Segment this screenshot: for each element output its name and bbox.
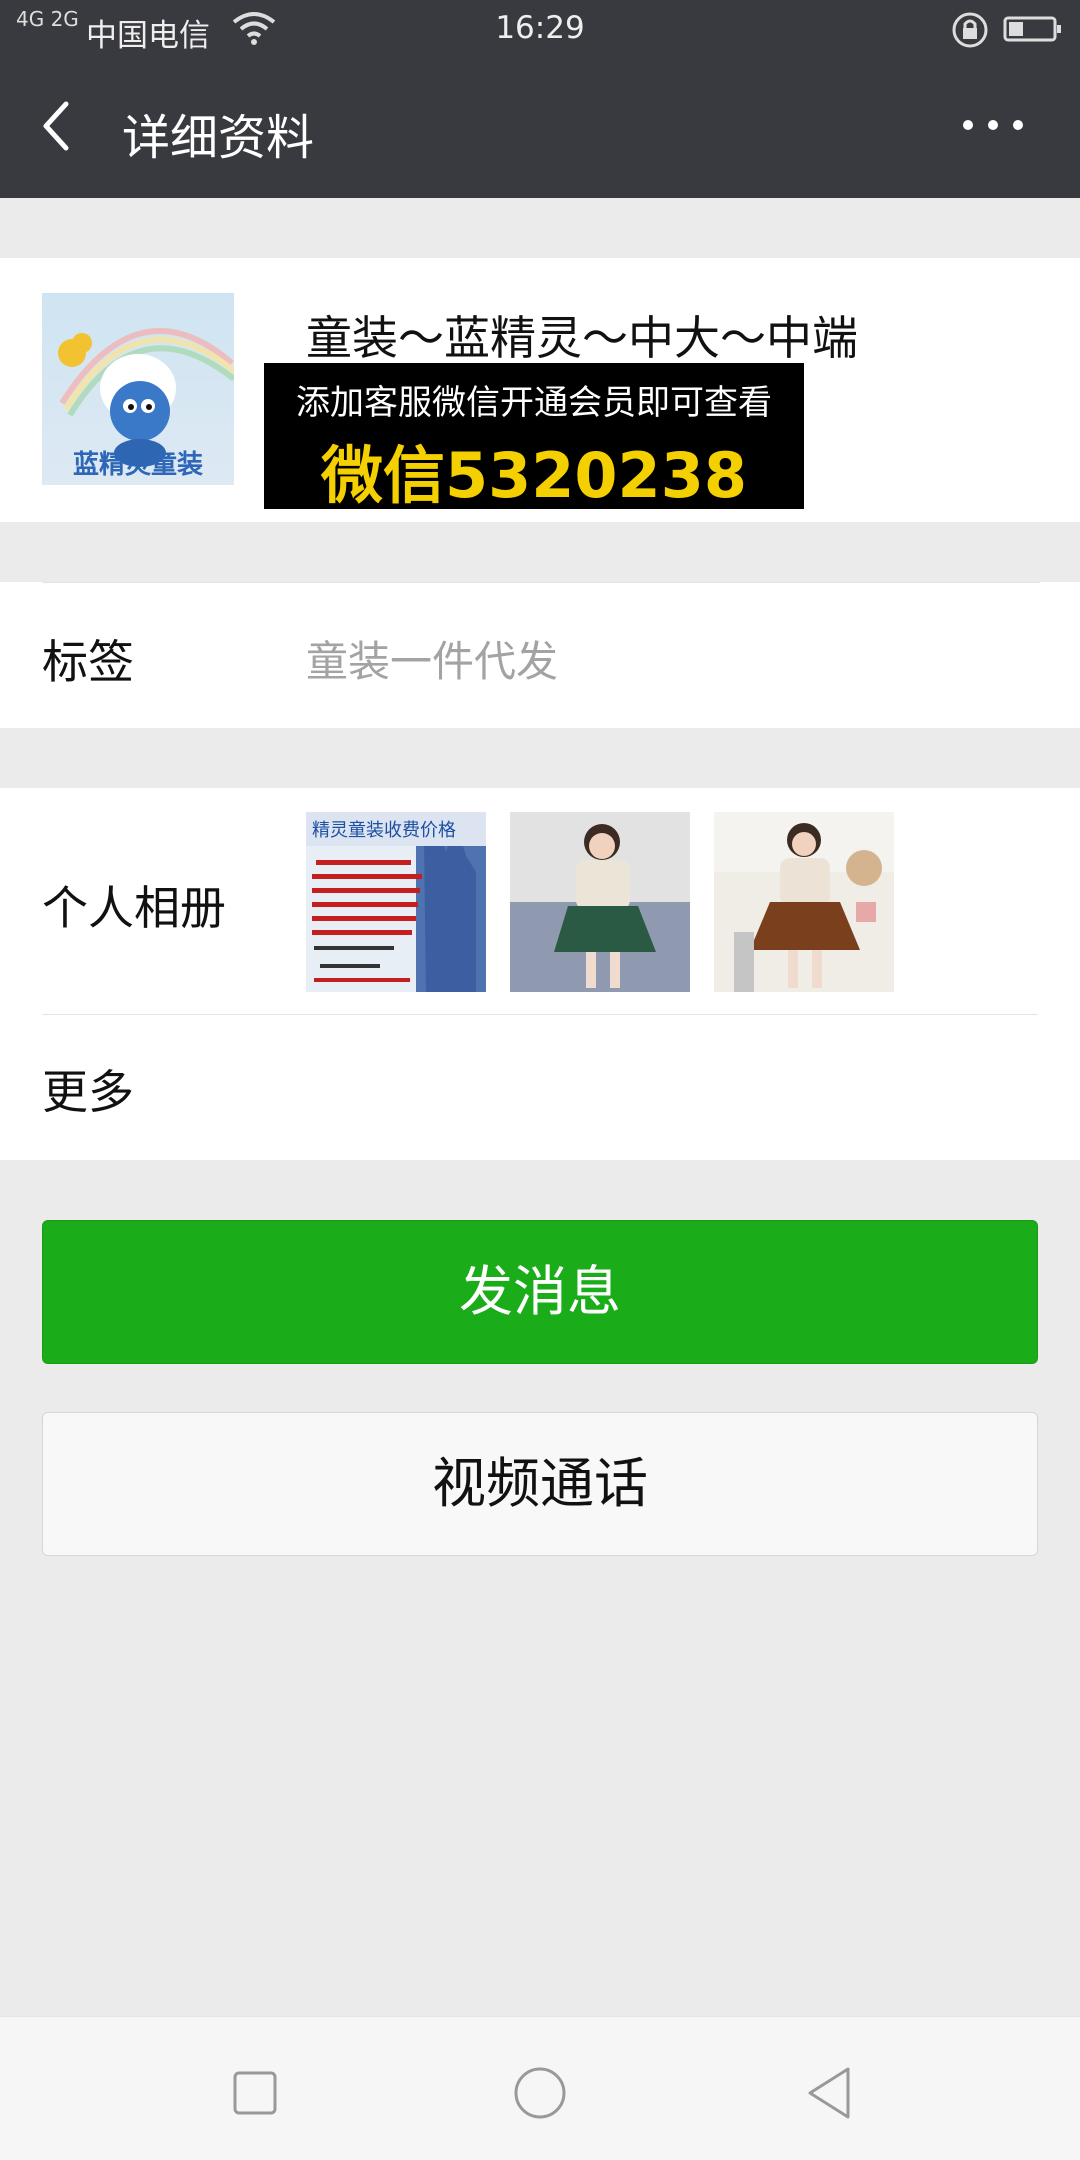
profile-name: 童装～蓝精灵～中大～中端 bbox=[306, 311, 858, 365]
album-thumb-3[interactable] bbox=[714, 812, 894, 992]
page-title: 详细资料 bbox=[122, 110, 315, 166]
profile-card: 蓝精灵童装 童装～蓝精灵～中大～中端 添加客服微信开通会员即可查看 微信5320… bbox=[0, 258, 1080, 522]
video-call-button[interactable]: 视频通话 bbox=[42, 1412, 1038, 1556]
clock: 16:29 bbox=[495, 10, 585, 46]
recent-apps-icon[interactable] bbox=[225, 2063, 285, 2123]
girl-green-skirt-photo bbox=[510, 812, 690, 992]
tag-label: 标签 bbox=[42, 635, 134, 689]
price-list-image: 精灵童装收费价格 bbox=[306, 812, 486, 992]
more-row[interactable]: 更多 bbox=[42, 1056, 134, 1122]
status-bar: 4G 2G 中国电信 16:29 bbox=[0, 0, 1080, 60]
svg-text:蓝精灵童装: 蓝精灵童装 bbox=[73, 449, 203, 480]
album-thumb-1[interactable]: 精灵童装收费价格 bbox=[306, 812, 486, 992]
album-section: 个人相册 精灵童装收费价格 更多 bbox=[0, 788, 1080, 1160]
battery-icon bbox=[1003, 16, 1061, 42]
tag-value: 童装一件代发 bbox=[306, 637, 559, 686]
chevron-left-icon[interactable] bbox=[36, 96, 76, 156]
album-label: 个人相册 bbox=[42, 881, 226, 935]
svg-text:精灵童装收费价格: 精灵童装收费价格 bbox=[312, 820, 456, 841]
avatar[interactable]: 蓝精灵童装 bbox=[42, 293, 234, 485]
promo-banner: 添加客服微信开通会员即可查看 微信5320238 bbox=[264, 363, 804, 512]
app-header: 详细资料 bbox=[0, 60, 1080, 198]
send-message-button[interactable]: 发消息 bbox=[42, 1220, 1038, 1364]
album-thumb-2[interactable] bbox=[510, 812, 690, 992]
divider bbox=[42, 582, 1040, 583]
more-dots-icon[interactable] bbox=[960, 115, 1026, 135]
smurf-avatar-image: 蓝精灵童装 bbox=[42, 293, 234, 485]
promo-line-1: 添加客服微信开通会员即可查看 bbox=[296, 383, 772, 423]
home-icon[interactable] bbox=[510, 2063, 570, 2123]
rotation-lock-icon bbox=[952, 12, 988, 48]
promo-line-2: 微信5320238 bbox=[321, 439, 747, 512]
system-nav-bar bbox=[0, 2016, 1080, 2160]
divider bbox=[42, 1014, 1038, 1015]
back-triangle-icon[interactable] bbox=[800, 2063, 860, 2123]
tag-row[interactable]: 标签 童装一件代发 bbox=[0, 582, 1080, 728]
girl-brown-skirt-photo bbox=[714, 812, 894, 992]
